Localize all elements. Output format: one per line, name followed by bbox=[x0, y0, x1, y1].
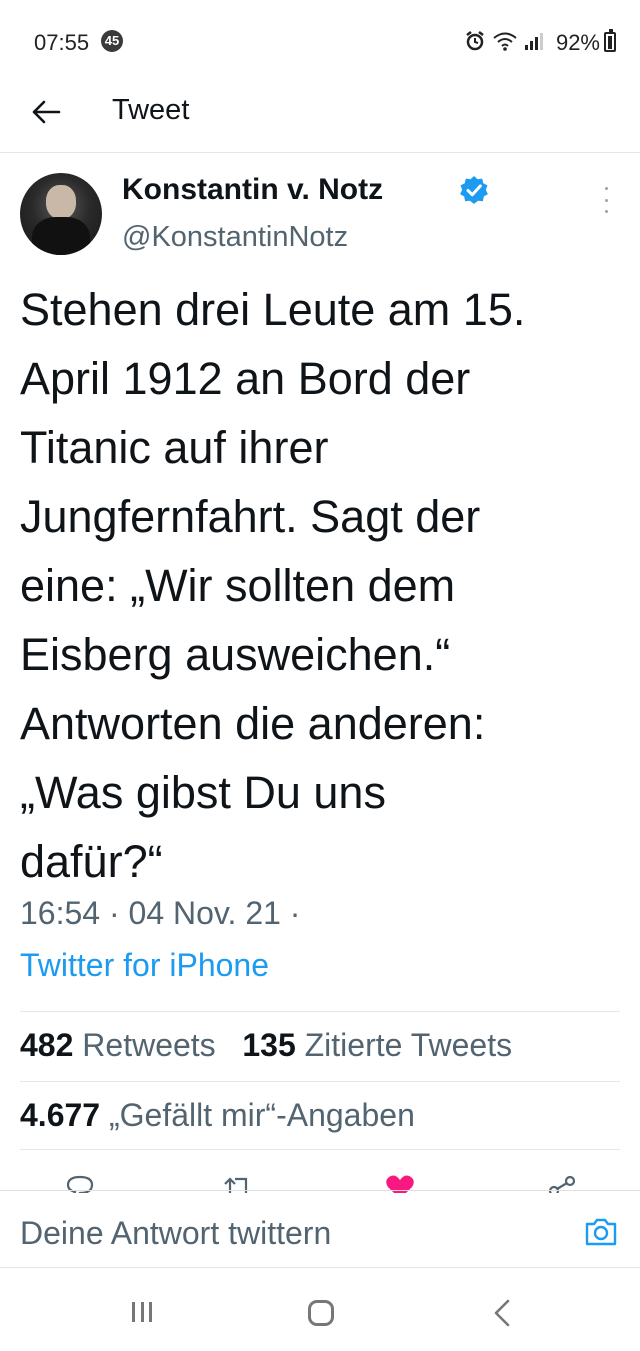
back-arrow-icon bbox=[32, 100, 61, 124]
alarm-icon bbox=[466, 31, 484, 51]
recent-apps-button[interactable] bbox=[132, 1302, 152, 1322]
likes-count: 4.677 bbox=[20, 1097, 101, 1133]
back-button[interactable] bbox=[26, 94, 66, 130]
quotes-count: 135 bbox=[242, 1027, 296, 1063]
camera-icon[interactable] bbox=[584, 1217, 618, 1247]
quotes-label: Zitierte Tweets bbox=[304, 1027, 513, 1063]
reply-composer[interactable]: Deine Antwort twittern bbox=[0, 1190, 640, 1268]
status-time: 07:55 bbox=[34, 30, 90, 55]
top-app-bar: Tweet bbox=[0, 80, 640, 153]
verified-badge-icon bbox=[460, 176, 488, 204]
divider bbox=[20, 1081, 620, 1082]
author-handle[interactable]: @KonstantinNotz bbox=[122, 221, 348, 254]
retweet-stats: 482 Retweets 135 Zitierte Tweets bbox=[20, 1027, 512, 1064]
tweet-action-bar bbox=[0, 1163, 640, 1193]
status-bar: 07:55 45 92% bbox=[0, 0, 640, 80]
quotes-stat[interactable]: 135 Zitierte Tweets bbox=[242, 1027, 512, 1063]
battery-percent: 92% bbox=[555, 30, 600, 55]
retweets-count: 482 bbox=[20, 1027, 74, 1063]
signal-icon bbox=[525, 33, 543, 50]
system-navigation-bar bbox=[0, 1268, 640, 1351]
retweets-stat[interactable]: 482 Retweets bbox=[20, 1027, 216, 1063]
retweets-label: Retweets bbox=[82, 1027, 216, 1063]
tweet-text: Stehen drei Leute am 15. April 1912 an B… bbox=[20, 284, 526, 887]
notification-count-badge: 45 bbox=[101, 30, 123, 52]
tweet-source-link[interactable]: Twitter for iPhone bbox=[20, 947, 269, 984]
system-back-icon[interactable] bbox=[490, 1298, 514, 1328]
likes-stat[interactable]: 4.677 „Gefällt mir“-Angaben bbox=[20, 1097, 415, 1134]
author-name[interactable]: Konstantin v. Notz bbox=[122, 173, 383, 207]
wifi-icon bbox=[493, 32, 517, 51]
more-options-icon[interactable] bbox=[596, 187, 616, 213]
author-avatar[interactable] bbox=[20, 173, 102, 255]
divider bbox=[20, 1011, 620, 1012]
page-title: Tweet bbox=[112, 94, 190, 126]
home-button[interactable] bbox=[308, 1300, 334, 1326]
reply-input[interactable]: Deine Antwort twittern bbox=[20, 1215, 331, 1252]
tweet-timestamp[interactable]: 16:54 · 04 Nov. 21 · bbox=[20, 895, 300, 932]
battery-icon bbox=[604, 29, 616, 52]
likes-label: „Gefällt mir“-Angaben bbox=[108, 1097, 415, 1133]
divider bbox=[20, 1149, 620, 1150]
status-icons bbox=[464, 30, 544, 52]
